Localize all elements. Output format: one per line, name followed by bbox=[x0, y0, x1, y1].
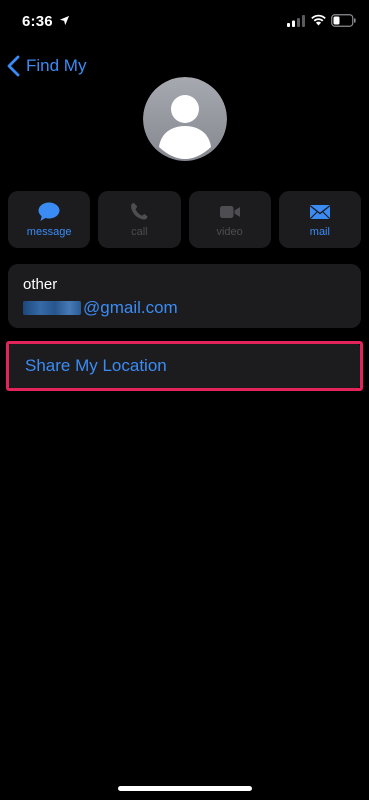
video-button[interactable]: video bbox=[188, 191, 271, 248]
mail-label: mail bbox=[309, 225, 330, 238]
video-label: video bbox=[216, 225, 243, 238]
email-row[interactable]: other @gmail.com bbox=[8, 264, 361, 328]
envelope-icon bbox=[309, 204, 330, 219]
back-label: Find My bbox=[26, 56, 87, 75]
status-bar: 6:36 bbox=[0, 0, 369, 44]
email-domain: @gmail.com bbox=[83, 298, 178, 317]
call-label: call bbox=[131, 225, 148, 238]
message-bubble-icon bbox=[38, 202, 60, 221]
home-indicator bbox=[118, 786, 252, 791]
signal-icon bbox=[287, 15, 305, 27]
avatar bbox=[143, 77, 227, 161]
email-type-label: other bbox=[23, 276, 58, 293]
contact-actions: message call video mail bbox=[8, 191, 361, 248]
battery-icon bbox=[331, 14, 356, 27]
redacted-email-username bbox=[23, 301, 81, 315]
status-time: 6:36 bbox=[22, 13, 53, 30]
chevron-left-icon bbox=[7, 55, 20, 77]
back-button[interactable]: Find My bbox=[6, 52, 86, 80]
mail-button[interactable]: mail bbox=[278, 191, 361, 248]
message-label: message bbox=[26, 225, 72, 238]
person-silhouette-icon bbox=[143, 77, 227, 161]
call-button[interactable]: call bbox=[98, 191, 181, 248]
wifi-icon bbox=[311, 14, 326, 26]
email-address[interactable]: @gmail.com bbox=[23, 298, 178, 318]
phone-icon bbox=[131, 202, 148, 219]
share-my-location-label: Share My Location bbox=[25, 356, 167, 375]
share-my-location-button[interactable]: Share My Location bbox=[8, 343, 361, 389]
video-camera-icon bbox=[219, 205, 240, 218]
location-arrow-icon bbox=[59, 15, 70, 26]
message-button[interactable]: message bbox=[8, 191, 91, 248]
